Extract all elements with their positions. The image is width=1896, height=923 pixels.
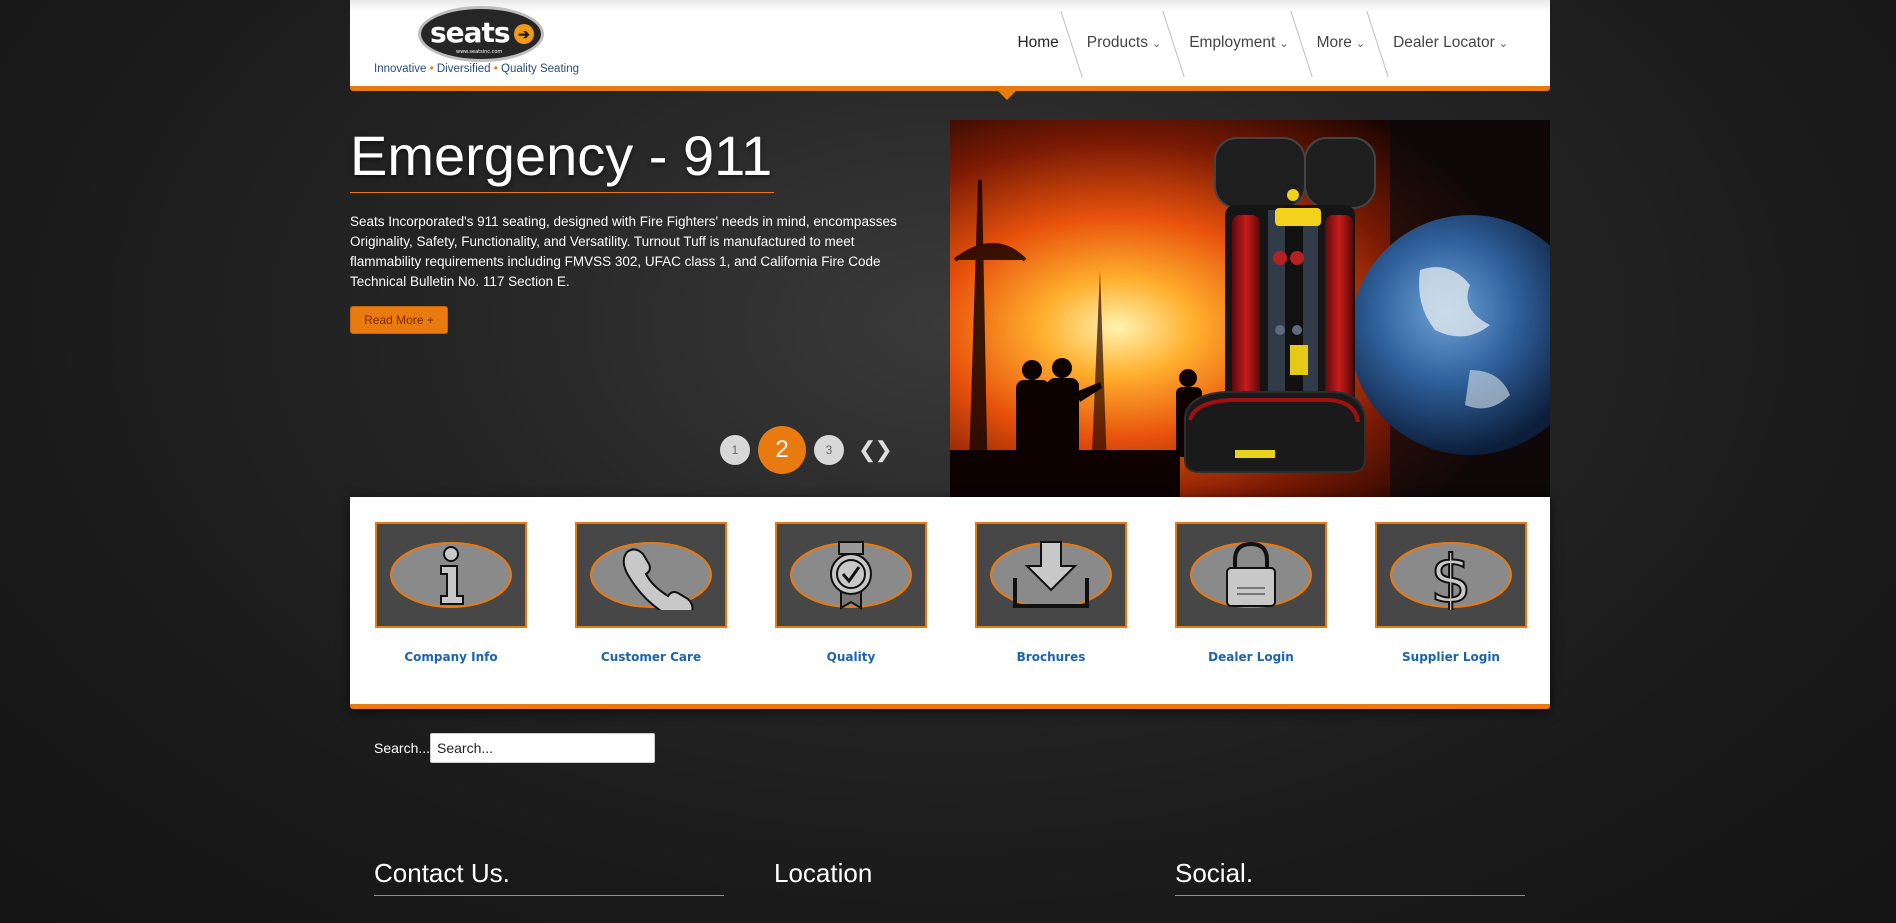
quick-link-customer-care[interactable]: Customer Care bbox=[575, 522, 727, 664]
tagline: Innovative • Diversified • Quality Seati… bbox=[374, 63, 579, 75]
nav-employment[interactable]: Employment ⌄ bbox=[1175, 0, 1302, 86]
search-label: Search... bbox=[374, 740, 431, 756]
nav-label: More bbox=[1316, 34, 1352, 51]
nav-label: Products bbox=[1086, 34, 1148, 51]
quick-link-label: Dealer Login bbox=[1208, 650, 1294, 664]
nav-label: Employment bbox=[1189, 34, 1276, 51]
main-nav: Home Products ⌄ Employment ⌄ More ⌄ Dealer … bbox=[1003, 0, 1522, 86]
chevron-down-icon: ⌄ bbox=[1355, 37, 1366, 50]
tagline-word: Innovative bbox=[374, 63, 427, 75]
quick-link-label: Brochures bbox=[1016, 650, 1086, 664]
hero-slider: Emergency - 911 Seats Incorporated's 911… bbox=[350, 120, 1550, 497]
quick-link-label: Quality bbox=[826, 650, 876, 664]
quick-link-label: Customer Care bbox=[600, 650, 702, 664]
logo-url: www.seatsinc.com bbox=[456, 49, 503, 55]
slider-arrows-icon[interactable]: ❮❯ bbox=[858, 437, 893, 463]
tagline-word: Quality Seating bbox=[501, 63, 579, 75]
footer-contact-heading: Contact Us. bbox=[374, 858, 724, 896]
tagline-bullet: • bbox=[493, 63, 498, 75]
nav-products[interactable]: Products ⌄ bbox=[1073, 0, 1175, 86]
lock-icon bbox=[1175, 522, 1327, 628]
quick-links-panel: Company Info Customer Care Quality Broch… bbox=[350, 497, 1550, 709]
nav-label: Dealer Locator bbox=[1393, 34, 1495, 51]
nav-label: Home bbox=[1017, 34, 1059, 51]
svg-text:$: $ bbox=[1430, 541, 1472, 610]
quick-link-company-info[interactable]: Company Info bbox=[375, 522, 527, 664]
quick-link-dealer-login[interactable]: Dealer Login bbox=[1175, 522, 1327, 664]
site-header: seats ➔ www.seatsinc.com Innovative • Di… bbox=[350, 0, 1550, 91]
dollar-icon: $ bbox=[1375, 522, 1527, 628]
slide-dot-1[interactable]: 1 bbox=[720, 435, 750, 465]
chevron-down-icon: ⌄ bbox=[1279, 37, 1289, 50]
active-nav-indicator bbox=[998, 91, 1016, 100]
footer-social-heading: Social. bbox=[1175, 858, 1525, 896]
download-icon bbox=[975, 522, 1127, 628]
tagline-bullet: • bbox=[429, 63, 434, 75]
logo-arrow-icon: ➔ bbox=[514, 24, 534, 44]
slide-dot-2[interactable]: 2 bbox=[758, 426, 806, 474]
hero-title: Emergency - 911 bbox=[350, 120, 775, 193]
quick-link-label: Company Info bbox=[404, 650, 498, 664]
logo-text: seats bbox=[430, 16, 511, 49]
chevron-down-icon: ⌄ bbox=[1151, 37, 1162, 50]
nav-home[interactable]: Home bbox=[1003, 0, 1072, 86]
info-icon bbox=[375, 522, 527, 628]
quick-link-supplier-login[interactable]: $ Supplier Login bbox=[1375, 522, 1527, 664]
logo[interactable]: seats ➔ www.seatsinc.com Innovative • Di… bbox=[374, 4, 594, 80]
hero-image bbox=[950, 120, 1550, 497]
quick-link-quality[interactable]: Quality bbox=[775, 522, 927, 664]
quality-badge-icon bbox=[775, 522, 927, 628]
footer-location-heading: Location bbox=[774, 858, 873, 888]
hero-description: Seats Incorporated's 911 seating, design… bbox=[350, 214, 897, 289]
nav-dealer-locator[interactable]: Dealer Locator ⌄ bbox=[1379, 0, 1522, 86]
phone-icon bbox=[575, 522, 727, 628]
quick-link-label: Supplier Login bbox=[1402, 650, 1500, 664]
read-more-button[interactable]: Read More + bbox=[350, 306, 448, 334]
tagline-word: Diversified bbox=[436, 63, 491, 75]
search-input[interactable] bbox=[430, 733, 655, 763]
chevron-down-icon: ⌄ bbox=[1498, 37, 1508, 50]
quick-link-brochures[interactable]: Brochures bbox=[975, 522, 1127, 664]
slide-dot-3[interactable]: 3 bbox=[814, 435, 844, 465]
slider-pager: 1 2 3 ❮❯ bbox=[720, 426, 893, 474]
